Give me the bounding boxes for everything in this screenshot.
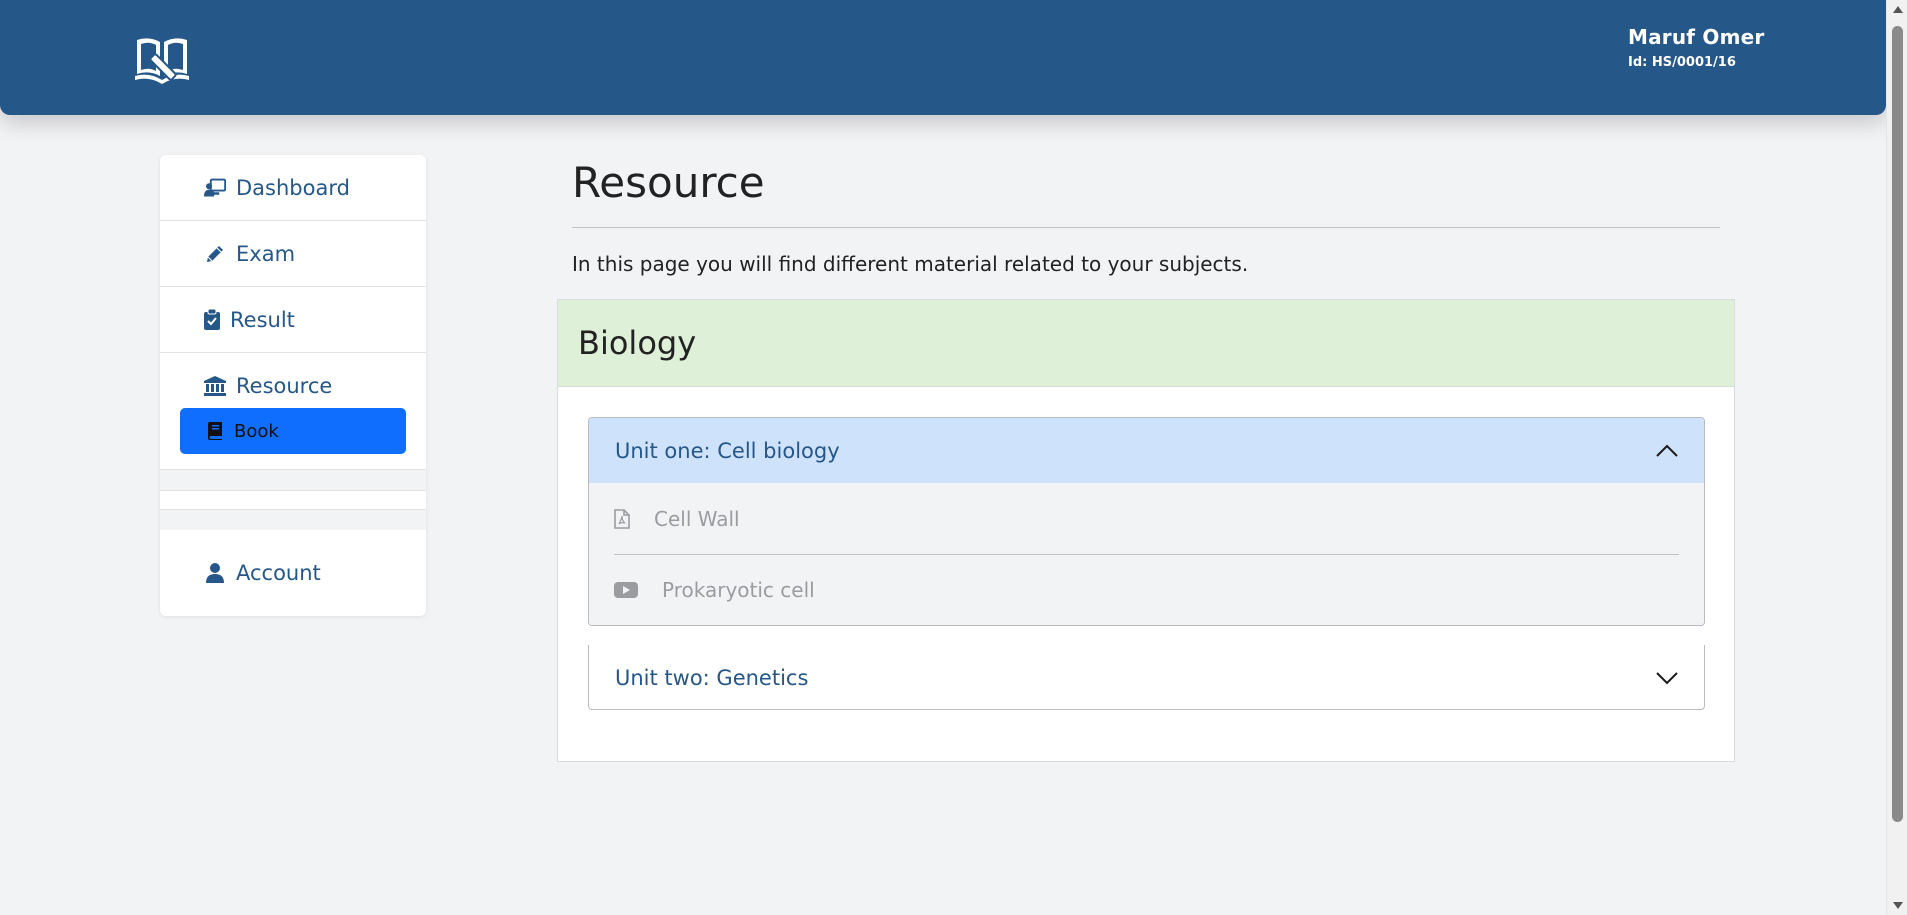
dashboard-icon bbox=[204, 177, 226, 199]
user-info[interactable]: Maruf Omer Id: HS/0001/16 bbox=[1628, 25, 1764, 70]
sidebar-item-result[interactable]: Result bbox=[160, 287, 426, 353]
unit-accordion-body: Cell Wall Prokaryotic cell bbox=[589, 483, 1704, 625]
page-title: Resource bbox=[572, 158, 765, 207]
clipboard-check-icon bbox=[204, 309, 220, 331]
chevron-down-icon bbox=[1656, 666, 1678, 690]
sidebar-item-label: Dashboard bbox=[236, 175, 350, 200]
sidebar-subitem-book[interactable]: Book bbox=[180, 408, 406, 454]
sidebar-item-label: Result bbox=[230, 307, 295, 332]
subject-title: Biology bbox=[578, 324, 697, 362]
sidebar-item-label: Account bbox=[236, 561, 321, 585]
book-icon bbox=[208, 422, 224, 440]
top-header: Maruf Omer Id: HS/0001/16 bbox=[0, 0, 1886, 115]
unit-title: Unit one: Cell biology bbox=[615, 438, 840, 463]
resource-label: Cell Wall bbox=[654, 506, 740, 531]
unit-accordion-2: Unit two: Genetics bbox=[588, 645, 1705, 710]
sidebar-item-label: Resource bbox=[236, 374, 333, 398]
sidebar-divider bbox=[160, 510, 426, 530]
sidebar-item-account[interactable]: Account bbox=[160, 530, 426, 616]
scroll-up-arrow-icon[interactable] bbox=[1893, 6, 1903, 13]
resource-submenu: Book bbox=[160, 408, 426, 470]
user-icon bbox=[204, 562, 226, 584]
page-description: In this page you will find different mat… bbox=[572, 252, 1249, 276]
sidebar-item-label: Exam bbox=[236, 241, 296, 266]
sidebar: Dashboard Exam Result Resource Book Acco… bbox=[160, 155, 426, 616]
user-id: Id: HS/0001/16 bbox=[1628, 55, 1736, 70]
subject-card: Biology Unit one: Cell biology Cell Wall bbox=[557, 299, 1735, 762]
pdf-file-icon bbox=[614, 508, 636, 530]
scroll-thumb[interactable] bbox=[1892, 26, 1903, 822]
sidebar-item-exam[interactable]: Exam bbox=[160, 221, 426, 287]
sidebar-divider bbox=[160, 470, 426, 490]
unit-accordion-toggle[interactable]: Unit one: Cell biology bbox=[589, 418, 1704, 483]
scroll-down-arrow-icon[interactable] bbox=[1893, 902, 1903, 909]
title-divider bbox=[572, 227, 1720, 228]
resource-label: Prokaryotic cell bbox=[662, 578, 815, 602]
sidebar-subitem-label: Book bbox=[234, 420, 279, 442]
open-book-pencil-icon[interactable] bbox=[133, 30, 191, 88]
bank-icon bbox=[204, 375, 226, 397]
user-name: Maruf Omer bbox=[1628, 25, 1765, 49]
unit-accordion-1: Unit one: Cell biology Cell Wall Prokary… bbox=[588, 417, 1705, 626]
resource-item[interactable]: Prokaryotic cell bbox=[614, 554, 1679, 625]
page-scrollbar[interactable] bbox=[1886, 0, 1907, 915]
unit-title: Unit two: Genetics bbox=[615, 665, 809, 690]
youtube-icon bbox=[614, 579, 638, 601]
pencil-icon bbox=[204, 243, 226, 265]
unit-accordion-toggle[interactable]: Unit two: Genetics bbox=[589, 645, 1704, 710]
subject-card-header: Biology bbox=[558, 300, 1734, 387]
resource-item[interactable]: Cell Wall bbox=[614, 483, 1679, 554]
sidebar-item-dashboard[interactable]: Dashboard bbox=[160, 155, 426, 221]
chevron-up-icon bbox=[1656, 439, 1678, 463]
sidebar-divider bbox=[160, 490, 426, 510]
